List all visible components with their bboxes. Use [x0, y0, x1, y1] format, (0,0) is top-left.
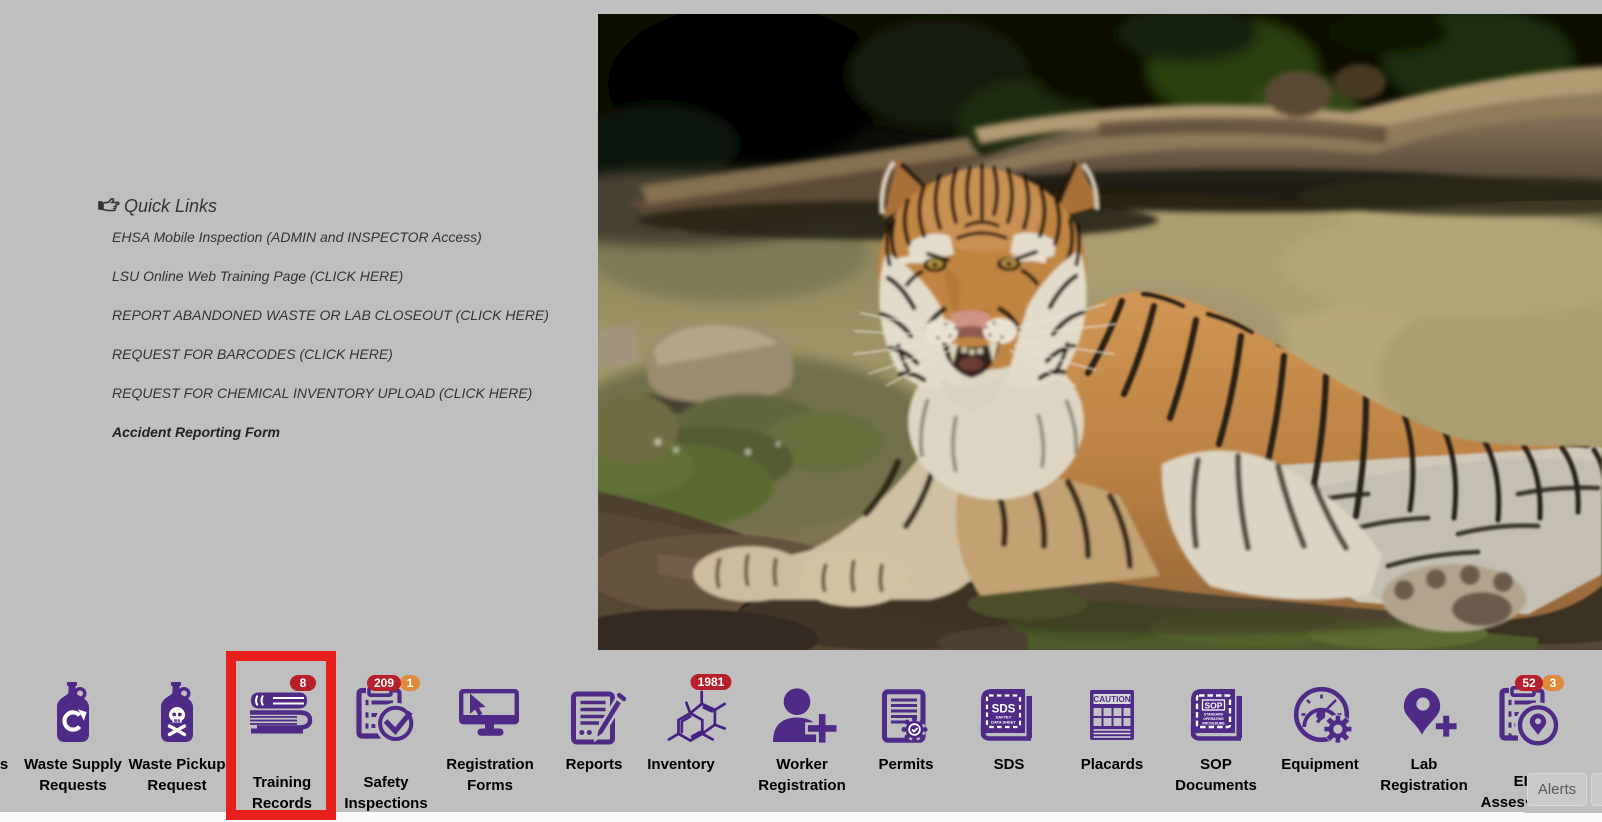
svg-text:DATA SHEET: DATA SHEET: [991, 720, 1016, 725]
svg-text:OPERATING: OPERATING: [1203, 717, 1224, 721]
svg-text:STANDARD: STANDARD: [1204, 713, 1224, 717]
svg-text:SOP: SOP: [1205, 700, 1223, 710]
svg-text:CAUTION: CAUTION: [1093, 695, 1130, 704]
svg-text:PROCEDURE: PROCEDURE: [1202, 722, 1225, 726]
